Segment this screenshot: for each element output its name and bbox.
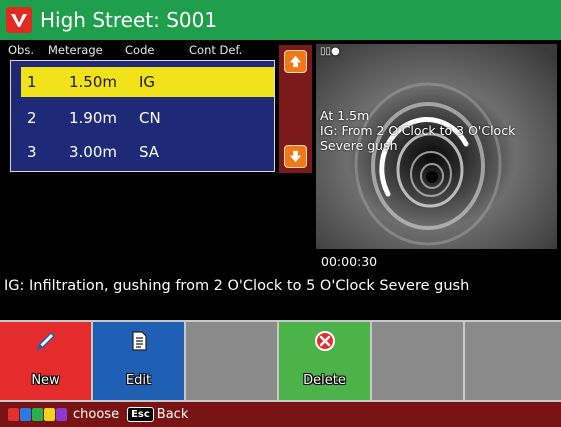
empty-function-button-5 [372, 322, 465, 400]
blue-key-swatch [20, 408, 31, 421]
document-icon [131, 331, 147, 351]
obs-code: IG [139, 73, 156, 91]
page-title: High Street: S001 [40, 8, 218, 32]
obs-meterage: 1.50m [69, 73, 118, 91]
esc-key-icon: Esc [127, 407, 154, 422]
pipe-video-feed: ▯▯● At 1.5m IG: From 2 O'Clock to 3 O'Cl… [316, 44, 557, 249]
video-overlay-remark: Severe gush [320, 138, 398, 153]
scroll-up-button[interactable] [284, 50, 307, 73]
header-code: Code [125, 43, 155, 57]
edit-button[interactable]: Edit [93, 322, 186, 400]
observation-list: 1 1.50m IG 2 1.90m CN 3 3.00m SA [10, 60, 275, 172]
arrow-up-icon [289, 55, 302, 68]
header-obs: Obs. [8, 43, 34, 57]
video-timecode: 00:00:30 [321, 254, 378, 269]
footer-hint-bar: choose Esc Back [0, 402, 561, 427]
pencil-icon [36, 331, 55, 351]
empty-function-button-3 [186, 322, 279, 400]
delete-button-label: Delete [303, 373, 346, 388]
obs-meterage: 1.90m [69, 109, 118, 127]
observation-row-2[interactable]: 2 1.90m CN [21, 103, 274, 133]
observation-row-1[interactable]: 1 1.50m IG [21, 67, 274, 97]
header-meterage: Meterage [48, 43, 103, 57]
video-overlay-code: IG: From 2 O'Clock to 3 O'Clock [320, 123, 516, 138]
obs-number: 3 [27, 143, 37, 161]
delete-icon [314, 331, 335, 351]
green-key-swatch [32, 408, 43, 421]
edit-button-label: Edit [125, 373, 152, 388]
back-hint: Back [156, 407, 189, 422]
observation-table-header: Obs. Meterage Code Cont Def. [8, 43, 278, 61]
purple-key-swatch [56, 408, 67, 421]
obs-number: 1 [27, 73, 37, 91]
header-cont-def: Cont Def. [189, 43, 243, 57]
yellow-key-swatch [44, 408, 55, 421]
observation-description: IG: Infiltration, gushing from 2 O'Clock… [4, 278, 470, 294]
red-key-swatch [8, 408, 19, 421]
color-keys-icon [8, 408, 68, 421]
obs-code: SA [139, 143, 160, 161]
obs-code: CN [139, 109, 161, 127]
list-scrollbar[interactable] [279, 45, 312, 173]
arrow-down-icon [289, 150, 302, 163]
empty-function-button-6 [465, 322, 560, 400]
choose-hint: choose [73, 407, 120, 422]
v-logo-icon [6, 7, 32, 33]
obs-number: 2 [27, 109, 37, 127]
function-button-bar: New Edit Delete [0, 320, 561, 402]
video-overlay-distance: At 1.5m [320, 108, 370, 123]
obs-meterage: 3.00m [69, 143, 118, 161]
title-bar: High Street: S001 [0, 0, 561, 40]
scroll-down-button[interactable] [284, 145, 307, 168]
new-button[interactable]: New [0, 322, 93, 400]
delete-button[interactable]: Delete [279, 322, 372, 400]
video-status-indicator: ▯▯● [320, 46, 340, 57]
observation-row-3[interactable]: 3 3.00m SA [21, 137, 274, 167]
new-button-label: New [31, 373, 60, 388]
